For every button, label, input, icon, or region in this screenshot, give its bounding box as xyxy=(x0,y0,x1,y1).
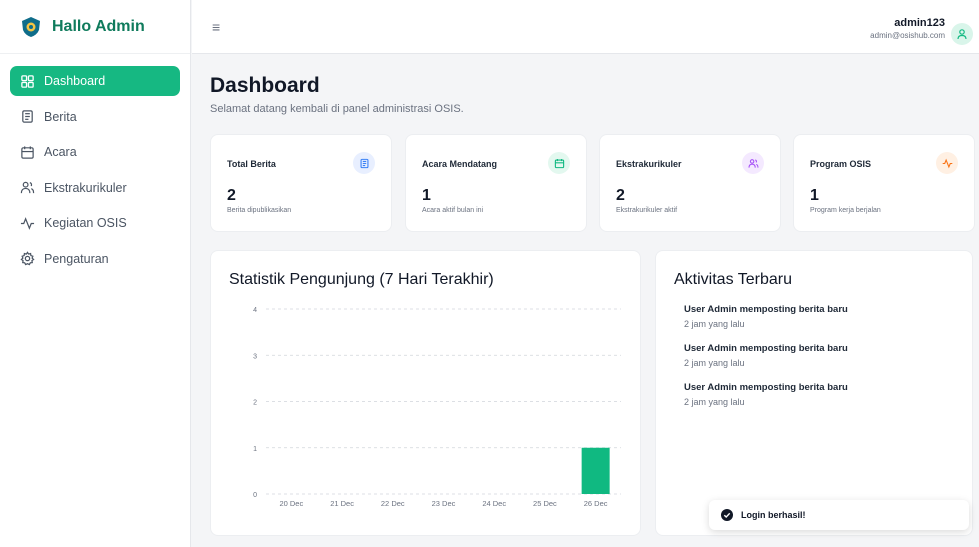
stat-value: 2 xyxy=(227,187,236,204)
x-tick-label: 21 Dec xyxy=(330,499,354,508)
chart-bar[interactable] xyxy=(581,447,610,494)
gear-icon xyxy=(20,251,35,266)
sidebar-item-label: Berita xyxy=(44,109,77,124)
sidebar: Hallo Admin Dashboard Berita Acara Ekstr… xyxy=(0,0,191,547)
newspaper-icon xyxy=(22,110,33,123)
activity-icon xyxy=(942,158,952,168)
menu-toggle-icon[interactable]: ≡ xyxy=(212,20,220,34)
visitor-chart-panel: Statistik Pengunjung (7 Hari Terakhir) 0… xyxy=(210,250,641,536)
sidebar-item-label: Kegiatan OSIS xyxy=(44,216,127,230)
stat-description: Acara aktif bulan ini xyxy=(422,207,484,214)
activity-title: Aktivitas Terbaru xyxy=(674,271,792,288)
sidebar-nav: Dashboard Berita Acara Ekstrakurikuler K… xyxy=(0,54,190,274)
user-info[interactable]: admin123 admin@osishub.com xyxy=(870,17,945,40)
stat-card-program-osis[interactable]: Program OSIS 1 Program kerja berjalan xyxy=(793,134,975,232)
sidebar-item-pengaturan[interactable]: Pengaturan xyxy=(10,244,180,274)
login-success-toast[interactable]: Login berhasil! xyxy=(709,500,969,530)
y-tick-label: 0 xyxy=(253,492,257,499)
calendar-icon xyxy=(554,158,564,168)
sidebar-item-label: Ekstrakurikuler xyxy=(44,180,127,195)
sidebar-item-ekstrakurikuler[interactable]: Ekstrakurikuler xyxy=(10,173,180,203)
stat-label: Total Berita xyxy=(227,159,276,169)
stat-label: Acara Mendatang xyxy=(422,159,498,169)
sidebar-item-label: Dashboard xyxy=(44,74,106,88)
x-tick-label: 22 Dec xyxy=(381,499,405,508)
stat-card-acara-mendatang[interactable]: Acara Mendatang 1 Acara aktif bulan ini xyxy=(405,134,587,232)
page-title: Dashboard xyxy=(210,74,320,97)
x-tick-label: 26 Dec xyxy=(584,499,608,508)
page-subtitle: Selamat datang kembali di panel administ… xyxy=(210,103,464,115)
stat-icon-badge xyxy=(353,152,375,174)
x-tick-label: 24 Dec xyxy=(482,499,506,508)
stat-icon-badge xyxy=(936,152,958,174)
sidebar-item-label: Acara xyxy=(44,145,77,159)
topbar: ≡ admin123 admin@osishub.com xyxy=(192,0,979,54)
stat-icon-badge xyxy=(742,152,764,174)
activity-item-title: User Admin memposting berita baru xyxy=(684,343,848,354)
y-tick-label: 2 xyxy=(253,400,257,407)
recent-activity-panel: Aktivitas Terbaru User Admin memposting … xyxy=(655,250,973,536)
activity-item[interactable]: User Admin memposting berita baru 2 jam … xyxy=(684,304,848,329)
dashboard-grid-icon xyxy=(21,74,34,88)
y-tick-label: 1 xyxy=(253,446,257,453)
x-tick-label: 20 Dec xyxy=(279,499,303,508)
users-icon xyxy=(20,181,35,194)
newspaper-icon xyxy=(360,158,368,168)
y-tick-label: 3 xyxy=(253,353,257,360)
stat-value: 2 xyxy=(616,187,625,204)
activity-item-time: 2 jam yang lalu xyxy=(684,319,745,329)
activity-item-time: 2 jam yang lalu xyxy=(684,358,745,368)
toast-message: Login berhasil! xyxy=(741,510,806,520)
stat-label: Program OSIS xyxy=(810,159,872,169)
avatar[interactable] xyxy=(951,23,973,45)
brand[interactable]: Hallo Admin xyxy=(0,0,190,54)
activity-item-title: User Admin memposting berita baru xyxy=(684,304,848,315)
x-tick-label: 25 Dec xyxy=(533,499,557,508)
calendar-icon xyxy=(21,145,34,159)
user-name: admin123 xyxy=(894,17,945,29)
user-icon xyxy=(957,29,967,40)
sidebar-item-label: Pengaturan xyxy=(44,251,109,266)
activity-item-time: 2 jam yang lalu xyxy=(684,397,745,407)
stat-description: Berita dipublikasikan xyxy=(227,207,292,214)
y-tick-label: 4 xyxy=(253,307,257,314)
sidebar-item-berita[interactable]: Berita xyxy=(10,102,180,132)
sidebar-item-acara[interactable]: Acara xyxy=(10,137,180,167)
check-circle-icon xyxy=(721,509,733,521)
stat-description: Ekstrakurikuler aktif xyxy=(616,207,678,214)
activity-item[interactable]: User Admin memposting berita baru 2 jam … xyxy=(684,382,848,407)
activity-icon xyxy=(20,216,35,230)
user-email: admin@osishub.com xyxy=(870,31,945,40)
brand-title: Hallo Admin xyxy=(52,17,145,35)
stat-description: Program kerja berjalan xyxy=(810,207,881,214)
visitor-bar-chart: 0 1 2 3 4 20 Dec 21 Dec 22 Dec 23 Dec 24 Dec 25 De… xyxy=(253,307,621,508)
activity-item-title: User Admin memposting berita baru xyxy=(684,382,848,393)
sidebar-item-kegiatan-osis[interactable]: Kegiatan OSIS xyxy=(10,208,180,238)
stat-value: 1 xyxy=(422,187,431,204)
osis-logo-icon xyxy=(22,16,40,37)
stat-label: Ekstrakurikuler xyxy=(616,159,682,169)
sidebar-item-dashboard[interactable]: Dashboard xyxy=(10,66,180,96)
x-tick-label: 23 Dec xyxy=(432,499,456,508)
users-icon xyxy=(747,158,759,168)
stat-icon-badge xyxy=(548,152,570,174)
stat-card-total-berita[interactable]: Total Berita 2 Berita dipublikasikan xyxy=(210,134,392,232)
activity-item[interactable]: User Admin memposting berita baru 2 jam … xyxy=(684,343,848,368)
stat-card-ekstrakurikuler[interactable]: Ekstrakurikuler 2 Ekstrakurikuler aktif xyxy=(599,134,781,232)
stat-value: 1 xyxy=(810,187,819,204)
